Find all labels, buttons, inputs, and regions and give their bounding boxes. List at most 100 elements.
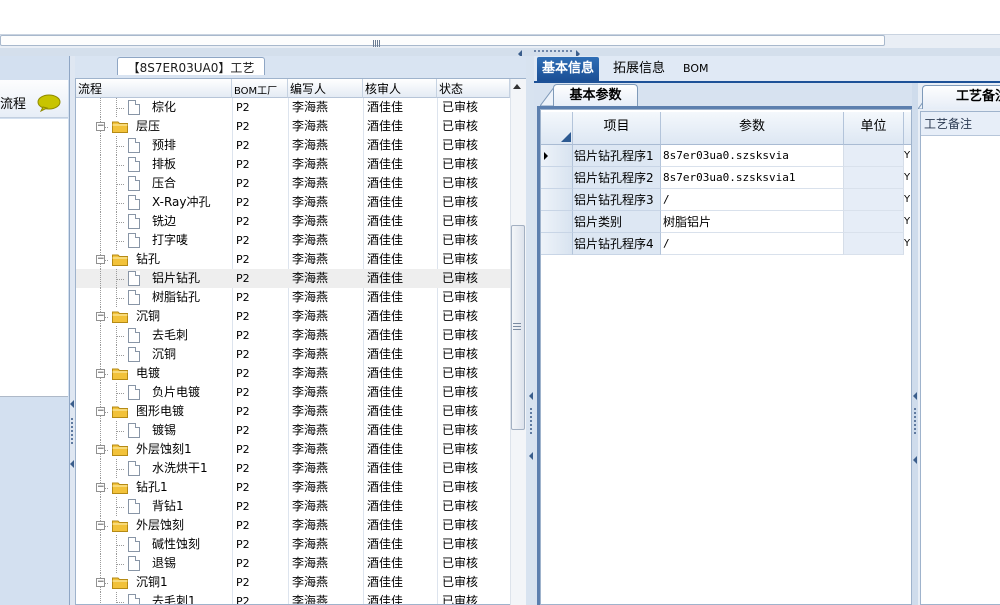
row-pointer-icon[interactable] bbox=[541, 145, 573, 167]
tree-folder-row[interactable]: − 外层蚀刻 P2 李海燕 酒佳佳 已审核 bbox=[76, 516, 510, 535]
param-unit-cell[interactable] bbox=[844, 233, 904, 255]
collapse-left-arrow-icon-2[interactable] bbox=[70, 460, 74, 468]
tree-node-label[interactable]: 去毛刺 bbox=[152, 326, 232, 345]
param-row[interactable]: 铝片钻孔程序1 8s7er03ua0.szsksvia Y bbox=[541, 145, 911, 167]
tree-row[interactable]: 负片电镀 P2 李海燕 酒佳佳 已审核 bbox=[76, 383, 510, 402]
tree-node-label[interactable]: X-Ray冲孔 bbox=[152, 193, 232, 212]
middle-splitter-dots-icon[interactable] bbox=[530, 408, 533, 434]
param-value-cell[interactable]: 8s7er03ua0.szsksvia bbox=[661, 145, 844, 167]
expand-minus-icon[interactable]: − bbox=[96, 445, 105, 454]
middle-splitter[interactable] bbox=[526, 56, 534, 605]
col-header-item[interactable]: 项目 bbox=[573, 112, 661, 145]
tree-row[interactable]: 铝片钻孔 P2 李海燕 酒佳佳 已审核 bbox=[76, 269, 510, 288]
tree-row[interactable]: 树脂钻孔 P2 李海燕 酒佳佳 已审核 bbox=[76, 288, 510, 307]
col-header-process[interactable]: 流程 bbox=[76, 79, 232, 98]
col-header-extra[interactable] bbox=[904, 112, 911, 145]
tree-node-label[interactable]: 沉铜 bbox=[152, 345, 232, 364]
expand-minus-icon[interactable]: − bbox=[96, 312, 105, 321]
tree-folder-row[interactable]: − 钻孔 P2 李海燕 酒佳佳 已审核 bbox=[76, 250, 510, 269]
col-header-status[interactable]: 状态 bbox=[437, 79, 510, 98]
tree-folder-row[interactable]: − 电镀 P2 李海燕 酒佳佳 已审核 bbox=[76, 364, 510, 383]
param-unit-cell[interactable] bbox=[844, 211, 904, 233]
tree-row[interactable]: 预排 P2 李海燕 酒佳佳 已审核 bbox=[76, 136, 510, 155]
tree-node-label[interactable]: 电镀 bbox=[136, 364, 232, 383]
tab-process-remark[interactable]: 工艺备注 bbox=[922, 85, 1000, 109]
col-header-param[interactable]: 参数 bbox=[661, 112, 844, 145]
tree-row[interactable]: 镀锡 P2 李海燕 酒佳佳 已审核 bbox=[76, 421, 510, 440]
tree-node-label[interactable]: 钻孔1 bbox=[136, 478, 232, 497]
tree-folder-row[interactable]: − 外层蚀刻1 P2 李海燕 酒佳佳 已审核 bbox=[76, 440, 510, 459]
row-header-corner[interactable] bbox=[541, 112, 573, 145]
param-unit-cell[interactable] bbox=[844, 167, 904, 189]
collapse-right-arrow-icon-2[interactable] bbox=[913, 456, 917, 464]
param-row[interactable]: 铝片钻孔程序3/ Y bbox=[541, 189, 911, 211]
tree-node-label[interactable]: 沉铜1 bbox=[136, 573, 232, 592]
tree-node-label[interactable]: 镀锡 bbox=[152, 421, 232, 440]
param-unit-cell[interactable] bbox=[844, 189, 904, 211]
remark-column-header[interactable]: 工艺备注 bbox=[921, 112, 1000, 136]
tree-node-label[interactable]: 负片电镀 bbox=[152, 383, 232, 402]
tree-folder-row[interactable]: − 沉铜1 P2 李海燕 酒佳佳 已审核 bbox=[76, 573, 510, 592]
tree-row[interactable]: 铣边 P2 李海燕 酒佳佳 已审核 bbox=[76, 212, 510, 231]
expand-minus-icon[interactable]: − bbox=[96, 369, 105, 378]
splitter-grip-icon[interactable] bbox=[534, 50, 572, 54]
tree-node-label[interactable]: 碱性蚀刻 bbox=[152, 535, 232, 554]
tree-node-label[interactable]: 水洗烘干1 bbox=[152, 459, 232, 478]
tree-row[interactable]: 去毛刺 P2 李海燕 酒佳佳 已审核 bbox=[76, 326, 510, 345]
param-value-cell[interactable]: 树脂铝片 bbox=[661, 211, 844, 233]
param-row[interactable]: 铝片钻孔程序4/ Y bbox=[541, 233, 911, 255]
param-value-cell[interactable]: / bbox=[661, 189, 844, 211]
tree-node-label[interactable]: 铣边 bbox=[152, 212, 232, 231]
param-value-cell[interactable]: 8s7er03ua0.szsksvia1 bbox=[661, 167, 844, 189]
param-value-cell[interactable]: / bbox=[661, 233, 844, 255]
horizontal-scrollbar[interactable] bbox=[0, 35, 885, 46]
tree-row[interactable]: 打字唛 P2 李海燕 酒佳佳 已审核 bbox=[76, 231, 510, 250]
col-header-reviewer[interactable]: 核审人 bbox=[363, 79, 437, 98]
collapse-tree-arrow-icon[interactable] bbox=[529, 392, 533, 400]
tree-node-label[interactable]: 排板 bbox=[152, 155, 232, 174]
speech-bubble-icon[interactable] bbox=[37, 94, 61, 113]
tree-row[interactable]: 排板 P2 李海燕 酒佳佳 已审核 bbox=[76, 155, 510, 174]
param-row[interactable]: 铝片钻孔程序2 8s7er03ua0.szsksvia1 Y bbox=[541, 167, 911, 189]
tree-node-label[interactable]: 退锡 bbox=[152, 554, 232, 573]
scroll-grip-icon[interactable] bbox=[373, 36, 382, 47]
scroll-thumb-grip-icon[interactable] bbox=[513, 323, 523, 330]
tree-node-label[interactable]: 外层蚀刻1 bbox=[136, 440, 232, 459]
tree-row[interactable]: 退锡 P2 李海燕 酒佳佳 已审核 bbox=[76, 554, 510, 573]
tree-node-label[interactable]: 预排 bbox=[152, 136, 232, 155]
tree-row[interactable]: X-Ray冲孔 P2 李海燕 酒佳佳 已审核 bbox=[76, 193, 510, 212]
tree-node-label[interactable]: 棕化 bbox=[152, 98, 232, 117]
row-header[interactable] bbox=[541, 233, 573, 255]
tree-row[interactable]: 背钻1 P2 李海燕 酒佳佳 已审核 bbox=[76, 497, 510, 516]
collapse-left-arrow-icon[interactable] bbox=[70, 400, 74, 408]
param-unit-cell[interactable] bbox=[844, 145, 904, 167]
tree-row[interactable]: 水洗烘干1 P2 李海燕 酒佳佳 已审核 bbox=[76, 459, 510, 478]
expand-minus-icon[interactable]: − bbox=[96, 255, 105, 264]
tree-folder-row[interactable]: − 层压 P2 李海燕 酒佳佳 已审核 bbox=[76, 117, 510, 136]
tree-node-label[interactable]: 背钻1 bbox=[152, 497, 232, 516]
tree-node-label[interactable]: 钻孔 bbox=[136, 250, 232, 269]
scroll-up-arrow-icon[interactable] bbox=[513, 84, 521, 89]
splitter-dots-icon[interactable] bbox=[71, 418, 74, 444]
row-header[interactable] bbox=[541, 189, 573, 211]
tree-node-label[interactable]: 图形电镀 bbox=[136, 402, 232, 421]
expand-minus-icon[interactable]: − bbox=[96, 521, 105, 530]
tab-basic-info[interactable]: 基本信息 bbox=[537, 57, 600, 81]
tree-row[interactable]: 沉铜 P2 李海燕 酒佳佳 已审核 bbox=[76, 345, 510, 364]
tree-node-label[interactable]: 树脂钻孔 bbox=[152, 288, 232, 307]
tree-node-label[interactable]: 压合 bbox=[152, 174, 232, 193]
tree-folder-row[interactable]: − 钻孔1 P2 李海燕 酒佳佳 已审核 bbox=[76, 478, 510, 497]
tree-row[interactable]: 去毛刺1 P2 李海燕 酒佳佳 已审核 bbox=[76, 592, 510, 604]
tree-node-label[interactable]: 打字唛 bbox=[152, 231, 232, 250]
row-header[interactable] bbox=[541, 211, 573, 233]
tree-node-label[interactable]: 层压 bbox=[136, 117, 232, 136]
tree-node-label[interactable]: 沉铜 bbox=[136, 307, 232, 326]
row-header[interactable] bbox=[541, 167, 573, 189]
right-splitter-dots-icon[interactable] bbox=[914, 408, 917, 434]
tab-basic-params[interactable]: 基本参数 bbox=[553, 84, 638, 106]
tab-bom[interactable]: BOM bbox=[678, 57, 714, 81]
tree-node-label[interactable]: 外层蚀刻 bbox=[136, 516, 232, 535]
tree-row[interactable]: 碱性蚀刻 P2 李海燕 酒佳佳 已审核 bbox=[76, 535, 510, 554]
expand-minus-icon[interactable]: − bbox=[96, 407, 105, 416]
tree-node-label[interactable]: 铝片钻孔 bbox=[152, 269, 232, 288]
